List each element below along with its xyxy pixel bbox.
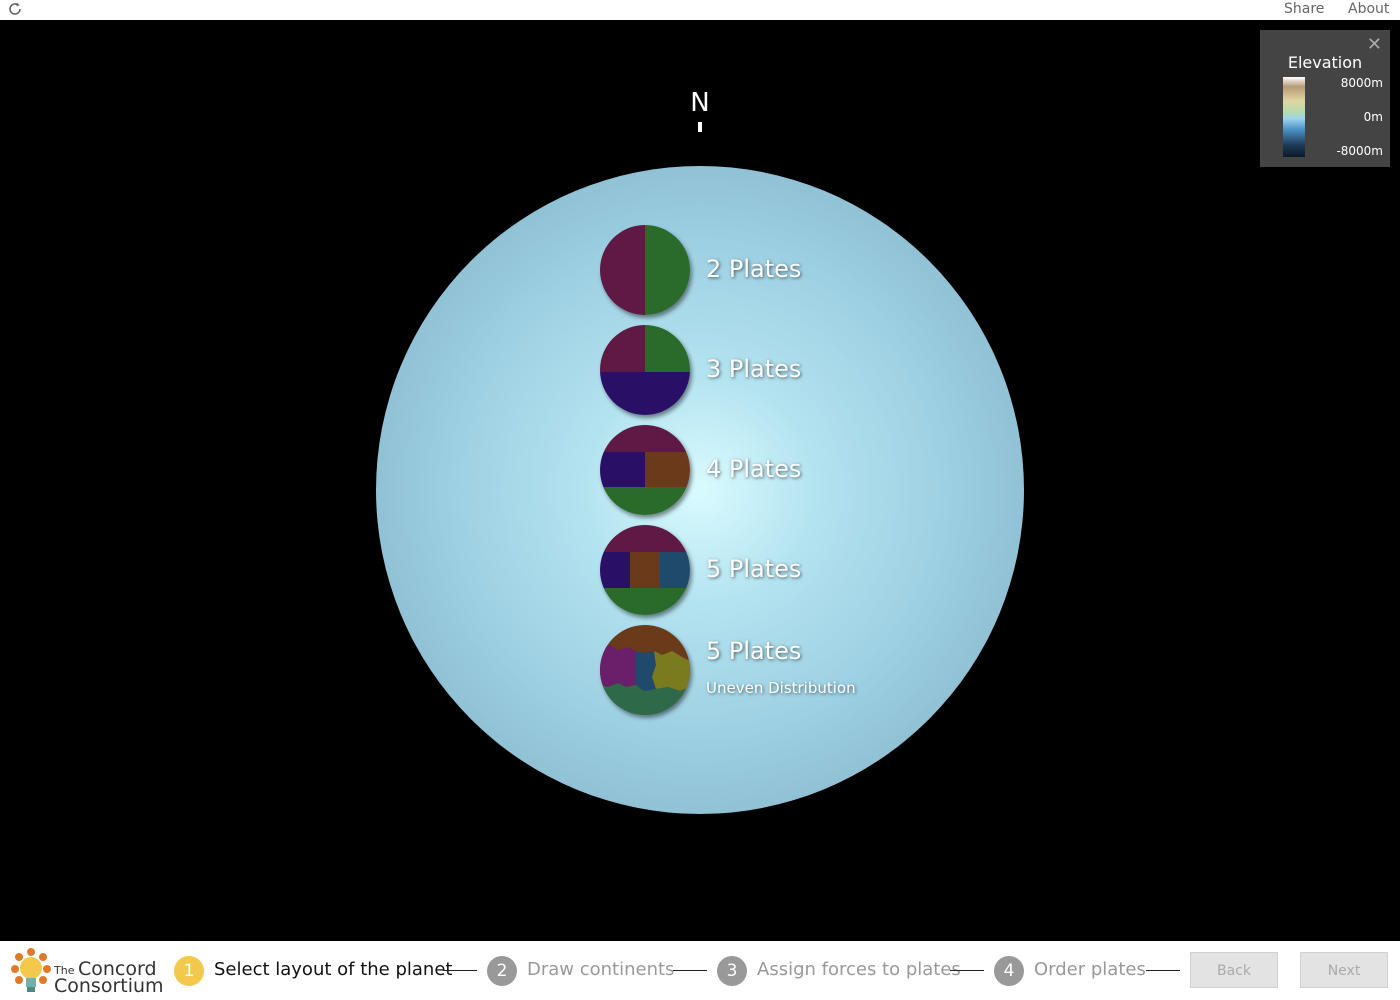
layout-thumbnail-5-plates[interactable] — [600, 525, 690, 615]
layout-option-4-plates[interactable]: 4 Plates — [600, 425, 980, 517]
legend-max-label: 8000m — [1340, 76, 1383, 90]
reload-icon[interactable] — [7, 1, 23, 17]
step-connector — [950, 970, 984, 971]
next-button[interactable]: Next — [1300, 952, 1388, 988]
step-connector — [673, 970, 707, 971]
close-icon[interactable]: ✕ — [1367, 34, 1382, 55]
layout-thumbnail-5-plates-uneven[interactable] — [600, 625, 690, 715]
step-4-number: 4 — [994, 956, 1024, 986]
lightbulb-icon — [11, 948, 51, 992]
layout-option-3-plates[interactable]: 3 Plates — [600, 325, 980, 417]
layout-option-label[interactable]: 5 Plates — [706, 637, 801, 665]
logo-text-consortium: Consortium — [54, 975, 164, 997]
layout-option-label[interactable]: 5 Plates — [706, 555, 801, 583]
step-3-number: 3 — [717, 956, 747, 986]
layout-thumbnail-4-plates[interactable] — [600, 425, 690, 515]
step-2-label: Draw continents — [527, 959, 675, 980]
north-indicator-tick — [698, 122, 702, 132]
step-3-label: Assign forces to plates — [757, 959, 961, 980]
layout-option-label[interactable]: 3 Plates — [706, 355, 801, 383]
layout-option-label[interactable]: 2 Plates — [706, 255, 801, 283]
top-bar: Share About — [0, 0, 1400, 20]
share-link[interactable]: Share — [1284, 1, 1324, 17]
layout-thumbnail-2-plates[interactable] — [600, 225, 690, 315]
step-connector — [443, 970, 477, 971]
layout-option-label[interactable]: 4 Plates — [706, 455, 801, 483]
elevation-legend: ✕ Elevation 8000m 0m -8000m — [1260, 30, 1390, 167]
back-button[interactable]: Back — [1190, 952, 1278, 988]
concord-consortium-logo: The Concord Consortium — [10, 947, 164, 997]
step-connector — [1146, 970, 1180, 971]
layout-option-5-plates-uneven[interactable]: 5 Plates Uneven Distribution — [600, 625, 980, 717]
step-2-number: 2 — [487, 956, 517, 986]
about-link[interactable]: About — [1348, 1, 1389, 17]
legend-mid-label: 0m — [1363, 110, 1383, 124]
layout-option-5-plates[interactable]: 5 Plates — [600, 525, 980, 617]
step-1-number: 1 — [174, 956, 204, 986]
bottom-bar: The Concord Consortium 1 Select layout o… — [0, 941, 1400, 1000]
layout-option-sublabel[interactable]: Uneven Distribution — [706, 679, 856, 697]
north-indicator-label: N — [690, 88, 710, 118]
elevation-color-scale — [1283, 77, 1305, 157]
legend-min-label: -8000m — [1336, 144, 1383, 158]
layout-option-2-plates[interactable]: 2 Plates — [600, 225, 980, 317]
step-1-label: Select layout of the planet — [214, 959, 453, 980]
legend-title: Elevation — [1287, 53, 1363, 72]
step-4-label: Order plates — [1034, 959, 1146, 980]
layout-thumbnail-3-plates[interactable] — [600, 325, 690, 415]
